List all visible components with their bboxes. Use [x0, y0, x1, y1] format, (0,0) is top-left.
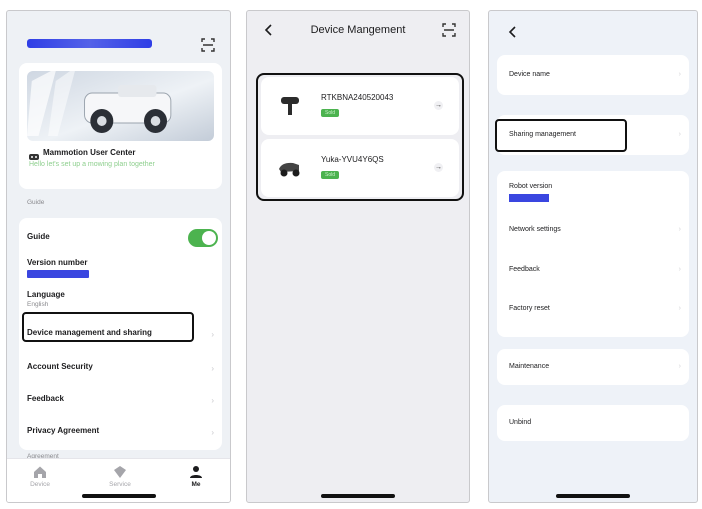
- sharing-management-label: Sharing management: [509, 131, 576, 138]
- chevron-right-icon: ›: [678, 131, 681, 138]
- device-name: Yuka-YVU4Y6QS: [321, 155, 384, 164]
- device-name-label: Device name: [509, 71, 550, 78]
- chevron-right-icon: ›: [678, 266, 681, 273]
- maintenance-card[interactable]: Maintenance ›: [497, 349, 689, 385]
- chevron-right-icon: ›: [211, 330, 214, 339]
- chevron-right-icon: ›: [211, 396, 214, 405]
- rtk-station-image: [277, 95, 303, 117]
- scan-icon[interactable]: [441, 22, 457, 38]
- tab-device[interactable]: Device: [15, 465, 65, 488]
- redacted-version-value: [27, 270, 89, 278]
- device-name-card[interactable]: Device name ›: [497, 55, 689, 95]
- language-value: English: [27, 301, 49, 308]
- redacted-robot-version: [509, 194, 549, 202]
- user-center-card[interactable]: Mammotion User Center Hello let's set up…: [19, 63, 222, 189]
- back-button[interactable]: [507, 26, 523, 42]
- device-card[interactable]: Yuka-YVU4Y6QS Sold →: [261, 139, 459, 197]
- version-number-label: Version number: [27, 258, 88, 267]
- service-icon: [114, 466, 126, 478]
- version-number-row[interactable]: Version number: [27, 258, 214, 278]
- maintenance-label: Maintenance: [509, 363, 550, 370]
- device-name: RTKBNA240520043: [321, 93, 394, 102]
- device-status-badge: Sold: [321, 171, 340, 179]
- robot-icon: [29, 148, 39, 160]
- mower-image: [277, 157, 303, 179]
- account-security-row[interactable]: Account Security ›: [27, 362, 214, 373]
- network-settings-label[interactable]: Network settings: [509, 226, 561, 233]
- home-indicator: [321, 494, 395, 498]
- settings-menu-card: Guide Version number Language English De…: [19, 218, 222, 450]
- tab-me-label: Me: [191, 481, 201, 488]
- arrow-right-icon[interactable]: →: [434, 163, 443, 172]
- device-status-badge: Sold: [321, 109, 340, 117]
- guide-toggle[interactable]: [188, 229, 218, 247]
- home-indicator: [81, 494, 156, 498]
- robot-version-label[interactable]: Robot version: [509, 183, 552, 190]
- unbind-card[interactable]: Unbind: [497, 405, 689, 441]
- page-title: Device Mangement: [310, 24, 406, 36]
- scan-icon[interactable]: [200, 37, 216, 53]
- privacy-agreement-label: Privacy Agreement: [27, 426, 100, 435]
- redacted-user-name: [27, 39, 152, 48]
- device-card[interactable]: RTKBNA240520043 Sold →: [261, 77, 459, 135]
- tab-device-label: Device: [30, 481, 50, 488]
- tab-me[interactable]: Me: [171, 465, 221, 488]
- device-settings-screen: Device name › Sharing management › Robot…: [488, 10, 698, 503]
- home-indicator: [556, 494, 630, 498]
- chevron-right-icon: ›: [211, 428, 214, 437]
- tab-service-label: Service: [109, 481, 131, 488]
- chevron-right-icon: ›: [678, 71, 681, 78]
- user-center-subtitle: Hello let's set up a mowing plan togethe…: [29, 161, 155, 168]
- device-management-screen: Device Mangement RTKBNA240520043 Sold → …: [246, 10, 470, 503]
- tab-service[interactable]: Service: [95, 465, 145, 488]
- me-screen: Mammotion User Center Hello let's set up…: [6, 10, 231, 503]
- chevron-right-icon: ›: [678, 305, 681, 312]
- language-label: Language: [27, 290, 65, 299]
- profile-header: [21, 35, 220, 57]
- language-row[interactable]: Language English: [27, 290, 214, 308]
- arrow-right-icon[interactable]: →: [434, 101, 443, 110]
- chevron-right-icon: ›: [678, 363, 681, 370]
- unbind-label: Unbind: [509, 419, 532, 426]
- home-icon: [34, 466, 46, 478]
- chevron-left-icon: [508, 26, 516, 38]
- mower-banner-image: [27, 71, 214, 141]
- sharing-management-card[interactable]: Sharing management ›: [497, 115, 689, 155]
- device-settings-card: Robot version Network settings › Feedbac…: [497, 171, 689, 337]
- section-label-guide: Guide: [27, 199, 45, 206]
- user-center-title: Mammotion User Center: [43, 148, 136, 157]
- guide-row[interactable]: Guide: [27, 229, 218, 247]
- person-icon: [190, 466, 202, 478]
- device-management-row[interactable]: Device management and sharing ›: [27, 328, 214, 339]
- guide-label: Guide: [27, 232, 50, 241]
- chevron-right-icon: ›: [211, 364, 214, 373]
- feedback-label: Feedback: [27, 394, 64, 403]
- account-security-label: Account Security: [27, 362, 93, 371]
- chevron-right-icon: ›: [678, 226, 681, 233]
- feedback-label[interactable]: Feedback: [509, 266, 540, 273]
- device-management-label: Device management and sharing: [27, 328, 152, 337]
- privacy-agreement-row[interactable]: Privacy Agreement ›: [27, 426, 214, 437]
- factory-reset-label[interactable]: Factory reset: [509, 305, 550, 312]
- feedback-row[interactable]: Feedback ›: [27, 394, 214, 405]
